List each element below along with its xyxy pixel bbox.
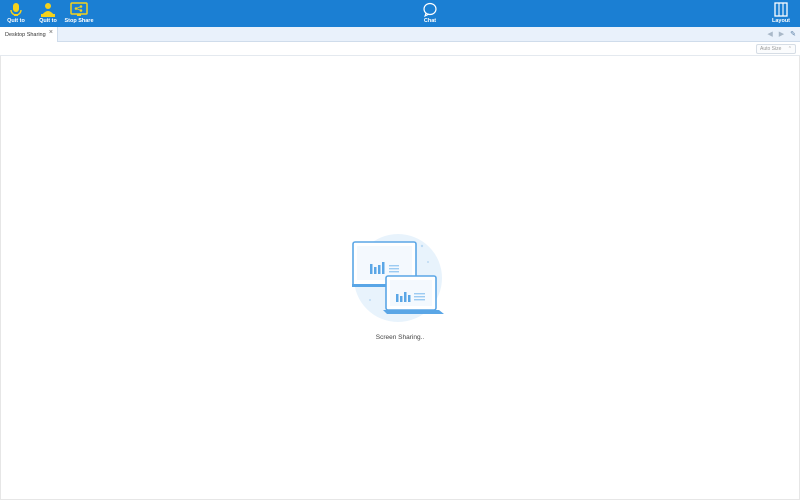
screen-sharing-status: Screen Sharing.. — [375, 334, 425, 341]
top-toolbar: Quit to Quit to Stop Share Chat Layout — [0, 0, 800, 27]
chat-bubble-icon — [423, 2, 437, 18]
chevron-right-icon[interactable]: ▶ — [779, 29, 784, 40]
layout-label: Layout — [771, 18, 791, 24]
chat-label: Chat — [423, 18, 437, 24]
tab-strip: Desktop Sharing × ◀ ▶ ✎ — [0, 27, 800, 42]
quit-to-audience-button[interactable]: Quit to — [36, 0, 60, 27]
tab-label: Desktop Sharing — [5, 31, 46, 38]
screen-sharing-illustration — [352, 234, 444, 322]
share-screen-icon — [70, 2, 88, 16]
quit-to-audio-button[interactable]: Quit to — [4, 0, 28, 27]
pin-icon[interactable]: ✎ — [790, 29, 796, 40]
layout-icon — [774, 2, 788, 17]
tab-navigation: ◀ ▶ ✎ — [767, 29, 796, 40]
view-options-bar: Auto Size ⌃ — [0, 42, 800, 56]
auto-size-select[interactable]: Auto Size ⌃ — [756, 44, 796, 54]
layout-button[interactable]: Layout — [768, 0, 794, 27]
stop-share-button[interactable]: Stop Share — [63, 0, 95, 27]
stop-share-label: Stop Share — [64, 18, 94, 24]
close-icon[interactable]: × — [49, 29, 53, 36]
presenter-icon — [41, 3, 55, 17]
chat-button[interactable]: Chat — [418, 0, 442, 27]
quit-to-label: Quit to — [7, 18, 25, 24]
chevron-left-icon[interactable]: ◀ — [767, 29, 772, 40]
tab-desktop-sharing[interactable]: Desktop Sharing × — [0, 27, 58, 42]
auto-size-label: Auto Size — [760, 46, 782, 52]
laptop-icon — [383, 275, 444, 314]
chevron-updown-icon: ⌃ — [787, 46, 792, 52]
microphone-icon — [10, 3, 22, 16]
quit-to-label: Quit to — [39, 18, 57, 24]
